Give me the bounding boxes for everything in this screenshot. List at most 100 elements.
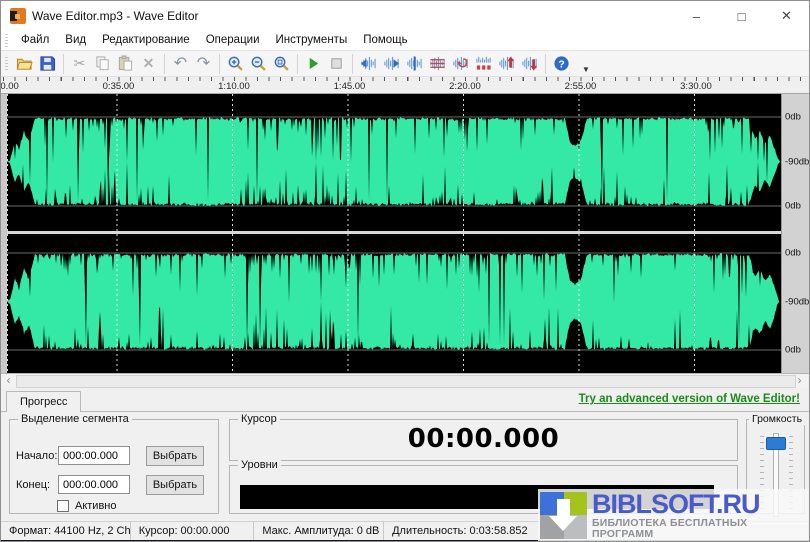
toolbar-open-button[interactable] bbox=[13, 53, 36, 75]
open-icon bbox=[16, 55, 33, 72]
select-all-icon bbox=[429, 55, 446, 72]
amplify-down-icon bbox=[521, 55, 538, 72]
toolbar-amplify-down-button[interactable] bbox=[518, 53, 541, 75]
biblsoft-logo-icon bbox=[540, 492, 587, 539]
amplify-up-icon bbox=[498, 55, 515, 72]
toolbar-silence-button[interactable] bbox=[472, 53, 495, 75]
ruler-label: 2:55.00 bbox=[565, 81, 597, 92]
fade-in-icon bbox=[360, 55, 377, 72]
waveform-area[interactable]: 0db -90db 0db 0db -90db 0db bbox=[1, 94, 809, 373]
cursor-time-display: 00:00.000 bbox=[230, 424, 737, 454]
timeline-ruler[interactable]: 0:00.000:35.001:10.001:45.002:20.002:55.… bbox=[1, 77, 809, 94]
zoom-in-icon bbox=[227, 55, 244, 72]
active-checkbox-label: Активно bbox=[75, 500, 117, 512]
zoom-fit-icon bbox=[273, 55, 290, 72]
volume-slider-handle[interactable] bbox=[766, 437, 786, 450]
toolbar-fade-out-button[interactable] bbox=[380, 53, 403, 75]
toolbar-separator bbox=[352, 54, 353, 74]
toolbar-zoom-out-button[interactable] bbox=[247, 53, 270, 75]
toolbar-mix-button[interactable] bbox=[449, 53, 472, 75]
status-item-1: Формат: 44100 Hz, 2 Ch. bbox=[1, 522, 131, 540]
start-time-input[interactable] bbox=[58, 446, 130, 465]
status-item-2: Курсор: 00:00.000 bbox=[131, 522, 255, 540]
menu-item-3[interactable]: Редактирование bbox=[94, 31, 198, 50]
toolbar-separator bbox=[164, 54, 165, 74]
minimize-button[interactable]: – bbox=[674, 1, 719, 31]
normalize-icon bbox=[406, 55, 423, 72]
toolbar-amplify-up-button[interactable] bbox=[495, 53, 518, 75]
toolbar-redo-button[interactable]: ↷ bbox=[192, 53, 215, 75]
upgrade-link[interactable]: Try an advanced version of Wave Editor! bbox=[579, 393, 800, 405]
tab-row: Прогресс Try an advanced version of Wave… bbox=[1, 388, 809, 412]
status-item-3: Макс. Амплитуда: 0 dB bbox=[254, 522, 384, 540]
maximize-button[interactable]: □ bbox=[719, 1, 764, 31]
mix-icon bbox=[452, 55, 469, 72]
db-scale-panel: 0db -90db 0db 0db -90db 0db bbox=[781, 94, 810, 373]
menu-item-5[interactable]: Инструменты bbox=[268, 31, 356, 50]
toolbar-delete-button[interactable]: ✕ bbox=[137, 53, 160, 75]
app-icon bbox=[10, 8, 26, 24]
help-icon: ? bbox=[553, 55, 570, 72]
toolbar-normalize-button[interactable] bbox=[403, 53, 426, 75]
horizontal-scrollbar[interactable]: ‹ › bbox=[1, 373, 809, 388]
db-label: 0db bbox=[785, 248, 801, 259]
copy-icon bbox=[94, 55, 111, 72]
toolbar-zoom-in-button[interactable] bbox=[224, 53, 247, 75]
scrollbar-thumb[interactable] bbox=[16, 375, 796, 388]
scroll-right-arrow[interactable]: › bbox=[792, 374, 807, 388]
ruler-label: 0:35.00 bbox=[103, 81, 135, 92]
ruler-label: 1:45.00 bbox=[334, 81, 366, 92]
stop-icon bbox=[328, 55, 345, 72]
levels-group-title: Уровни bbox=[238, 459, 281, 471]
undo-icon: ↶ bbox=[174, 55, 187, 73]
db-label: -90db bbox=[785, 297, 809, 308]
silence-icon bbox=[475, 55, 492, 72]
db-label: 0db bbox=[785, 201, 801, 212]
toolbar-undo-button[interactable]: ↶ bbox=[169, 53, 192, 75]
watermark-brand: BIBLSOFT.RU bbox=[592, 490, 810, 518]
segment-selection-group: Выделение сегмента Начало: Выбрать Конец… bbox=[9, 419, 219, 514]
menu-grip bbox=[5, 34, 8, 48]
toolbar-paste-button[interactable] bbox=[114, 53, 137, 75]
toolbar-zoom-fit-button[interactable] bbox=[270, 53, 293, 75]
toolbar-select-all-button[interactable] bbox=[426, 53, 449, 75]
toolbar-fade-in-button[interactable] bbox=[357, 53, 380, 75]
select-start-button[interactable]: Выбрать bbox=[146, 446, 204, 466]
title-bar: Wave Editor.mp3 - Wave Editor – □ ✕ bbox=[1, 1, 809, 31]
toolbar-save-button[interactable] bbox=[36, 53, 59, 75]
waveform-canvas[interactable] bbox=[7, 94, 781, 373]
watermark-tagline: БИБЛИОТЕКА БЕСПЛАТНЫХ ПРОГРАММ bbox=[592, 518, 810, 540]
download-arrow-icon bbox=[557, 499, 570, 516]
tab-progress[interactable]: Прогресс bbox=[6, 391, 81, 412]
play-icon bbox=[305, 55, 322, 72]
toolbar: ✂ ✕ ↶ ↷? ▼ bbox=[1, 51, 809, 77]
toolbar-play-button[interactable] bbox=[302, 53, 325, 75]
end-label: Конец: bbox=[16, 479, 50, 491]
db-label: 0db bbox=[785, 112, 801, 123]
active-checkbox[interactable] bbox=[57, 500, 69, 512]
biblsoft-watermark: BIBLSOFT.RU БИБЛИОТЕКА БЕСПЛАТНЫХ ПРОГРА… bbox=[538, 489, 810, 541]
end-time-input[interactable] bbox=[58, 475, 130, 494]
menu-item-2[interactable]: Вид bbox=[57, 31, 94, 50]
cut-icon: ✂ bbox=[74, 55, 86, 73]
wave-editor-window: Wave Editor.mp3 - Wave Editor – □ ✕ Файл… bbox=[0, 0, 810, 542]
db-label: 0db bbox=[785, 345, 801, 356]
toolbar-copy-button[interactable] bbox=[91, 53, 114, 75]
db-label: -90db bbox=[785, 157, 809, 168]
delete-icon: ✕ bbox=[143, 55, 155, 73]
paste-icon bbox=[117, 55, 134, 72]
menu-item-1[interactable]: Файл bbox=[13, 31, 57, 50]
menu-item-6[interactable]: Помощь bbox=[355, 31, 415, 50]
toolbar-overflow-icon[interactable]: ▼ bbox=[582, 65, 590, 76]
waveform-left-gutter bbox=[1, 94, 7, 373]
toolbar-stop-button[interactable] bbox=[325, 53, 348, 75]
ruler-label: 2:20.00 bbox=[449, 81, 481, 92]
toolbar-cut-button[interactable]: ✂ bbox=[68, 53, 91, 75]
close-button[interactable]: ✕ bbox=[764, 1, 809, 31]
select-end-button[interactable]: Выбрать bbox=[146, 475, 204, 495]
waveform-channel-2 bbox=[7, 253, 780, 350]
toolbar-help-button[interactable]: ? bbox=[550, 53, 573, 75]
menu-item-4[interactable]: Операции bbox=[198, 31, 268, 50]
cursor-group: Курсор 00:00.000 bbox=[229, 419, 738, 461]
scroll-left-arrow[interactable]: ‹ bbox=[1, 374, 16, 388]
